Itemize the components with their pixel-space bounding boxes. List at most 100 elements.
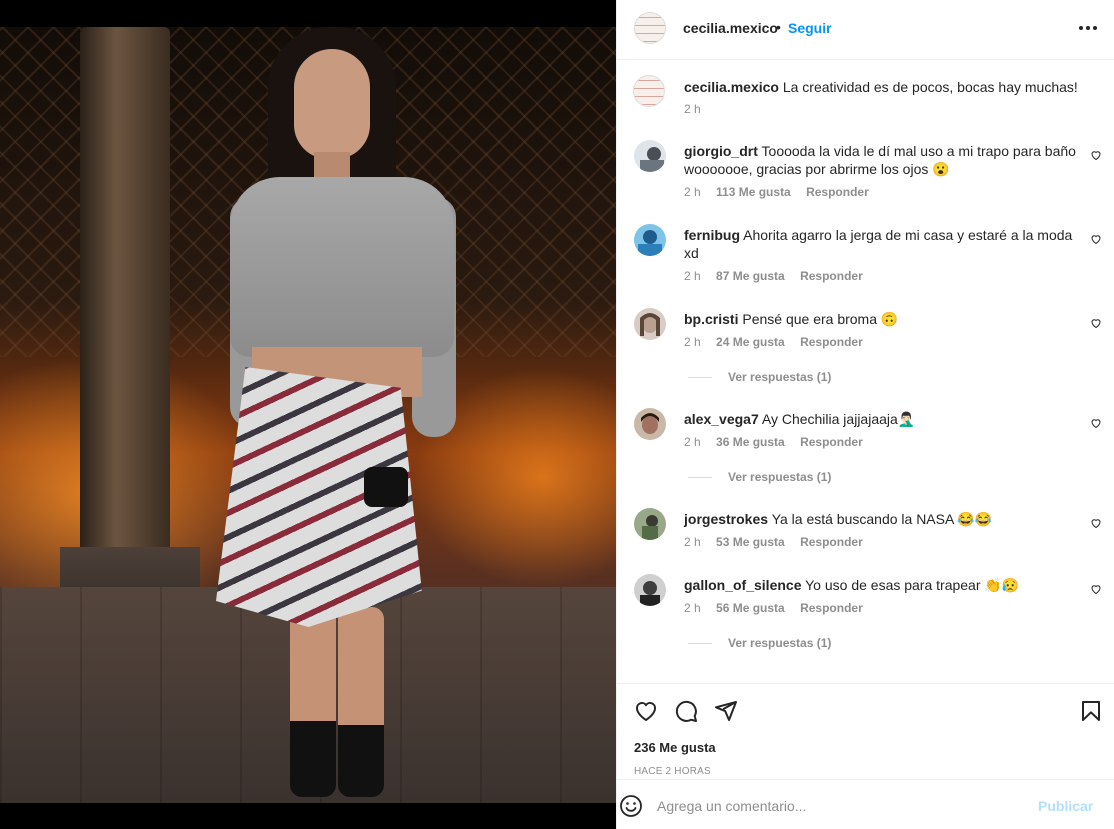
header-separator: •: [776, 19, 781, 35]
replies-divider: [688, 477, 712, 479]
comment-text: bp.cristi Pensé que era broma 🙃: [684, 310, 1084, 328]
reply-button[interactable]: Responder: [800, 535, 863, 549]
comment-meta: 2 h 24 Me gusta Responder: [684, 335, 875, 349]
comment-time[interactable]: 2 h: [684, 185, 701, 199]
caption-username[interactable]: cecilia.mexico: [684, 79, 779, 95]
comment-meta: 2 h 53 Me gusta Responder: [684, 535, 875, 549]
comment-time[interactable]: 2 h: [684, 435, 701, 449]
comments-list[interactable]: cecilia.mexico La creatividad es de poco…: [617, 61, 1114, 683]
comment-avatar[interactable]: [634, 224, 666, 256]
reply-button[interactable]: Responder: [800, 435, 863, 449]
comment-body: Ahorita agarro la jerga de mi casa y est…: [684, 227, 1073, 261]
like-comment-icon[interactable]: [1090, 233, 1102, 245]
caption-body: La creatividad es de pocos, bocas hay mu…: [782, 79, 1078, 95]
comment-text: fernibug Ahorita agarro la jerga de mi c…: [684, 226, 1084, 262]
view-replies-button[interactable]: Ver respuestas (1): [688, 370, 831, 384]
view-replies-button[interactable]: Ver respuestas (1): [688, 636, 831, 650]
photo-leg-left: [290, 607, 336, 797]
comment-avatar[interactable]: [634, 508, 666, 540]
replies-divider: [688, 377, 712, 379]
comment-meta: 2 h 36 Me gusta Responder: [684, 435, 875, 449]
comment-body: Ay Chechilia jajjajaaja🤦🏻‍♂️: [761, 411, 916, 427]
comment-likes[interactable]: 24 Me gusta: [716, 335, 785, 349]
avatar-image: [634, 508, 666, 540]
avatar-image: [634, 574, 666, 606]
comment-body: Pensé que era broma 🙃: [742, 311, 899, 327]
comment-username[interactable]: fernibug: [684, 227, 740, 243]
post-sidebar: cecilia.mexico • Seguir cecilia.mexico L…: [616, 0, 1114, 829]
follow-button[interactable]: Seguir: [788, 20, 832, 36]
emoji-icon[interactable]: [619, 794, 643, 818]
comment-avatar[interactable]: [634, 308, 666, 340]
like-icon[interactable]: [634, 699, 658, 723]
avatar-image: [634, 408, 666, 440]
comment-avatar[interactable]: [634, 574, 666, 606]
author-username[interactable]: cecilia.mexico: [683, 20, 778, 36]
like-comment-icon[interactable]: [1090, 317, 1102, 329]
publish-button[interactable]: Publicar: [1038, 798, 1093, 814]
photo-person: [210, 27, 470, 803]
reply-button[interactable]: Responder: [806, 185, 869, 199]
post-photo[interactable]: [0, 27, 616, 803]
comment-username[interactable]: jorgestrokes: [684, 511, 768, 527]
comment-text: gallon_of_silence Yo uso de esas para tr…: [684, 576, 1084, 594]
comment-likes[interactable]: 87 Me gusta: [716, 269, 785, 283]
view-replies-label[interactable]: Ver respuestas (1): [728, 470, 831, 484]
comment-text: alex_vega7 Ay Chechilia jajjajaaja🤦🏻‍♂️: [684, 410, 1084, 428]
like-comment-icon[interactable]: [1090, 149, 1102, 161]
view-replies-label[interactable]: Ver respuestas (1): [728, 636, 831, 650]
comment-avatar[interactable]: [634, 140, 666, 172]
more-options-icon[interactable]: [1078, 18, 1098, 38]
reply-button[interactable]: Responder: [800, 335, 863, 349]
caption-time[interactable]: 2 h: [684, 102, 701, 116]
share-icon[interactable]: [714, 699, 738, 723]
comment-likes[interactable]: 113 Me gusta: [716, 185, 791, 199]
bookmark-icon[interactable]: [1079, 699, 1103, 723]
likes-count[interactable]: 236 Me gusta: [634, 740, 716, 755]
comment-input[interactable]: [657, 794, 1027, 818]
author-avatar[interactable]: [634, 12, 666, 44]
comment-likes[interactable]: 53 Me gusta: [716, 535, 785, 549]
replies-divider: [688, 643, 712, 645]
reply-button[interactable]: Responder: [800, 269, 863, 283]
comment-avatar[interactable]: [634, 408, 666, 440]
caption-meta: 2 h: [684, 102, 713, 116]
comment-username[interactable]: gallon_of_silence: [684, 577, 801, 593]
photo-bag: [364, 467, 408, 507]
like-comment-icon[interactable]: [1090, 583, 1102, 595]
comment-time[interactable]: 2 h: [684, 335, 701, 349]
comment-text: giorgio_drt Tooooda la vida le dí mal us…: [684, 142, 1084, 178]
comment-time[interactable]: 2 h: [684, 269, 701, 283]
caption-text: cecilia.mexico La creatividad es de poco…: [684, 78, 1084, 96]
like-comment-icon[interactable]: [1090, 517, 1102, 529]
comment-username[interactable]: giorgio_drt: [684, 143, 758, 159]
avatar-image: [634, 308, 666, 340]
post-actions: 236 Me gusta HACE 2 HORAS: [617, 683, 1114, 779]
reply-button[interactable]: Responder: [800, 601, 863, 615]
comment-meta: 2 h 113 Me gusta Responder: [684, 185, 881, 199]
like-comment-icon[interactable]: [1090, 417, 1102, 429]
comment-likes[interactable]: 56 Me gusta: [716, 601, 785, 615]
comment-body: Yo uso de esas para trapear 👏😥: [805, 577, 1020, 593]
comment-time[interactable]: 2 h: [684, 601, 701, 615]
post-header: cecilia.mexico • Seguir: [617, 0, 1114, 60]
avatar-image: [634, 224, 666, 256]
photo-sweater: [230, 177, 454, 357]
post-media[interactable]: [0, 0, 616, 829]
comment-username[interactable]: bp.cristi: [684, 311, 738, 327]
avatar-image: [634, 140, 666, 172]
view-replies-button[interactable]: Ver respuestas (1): [688, 470, 831, 484]
comment-username[interactable]: alex_vega7: [684, 411, 759, 427]
comment-likes[interactable]: 36 Me gusta: [716, 435, 785, 449]
comment-icon[interactable]: [674, 699, 698, 723]
comment-time[interactable]: 2 h: [684, 535, 701, 549]
post-timestamp[interactable]: HACE 2 HORAS: [634, 766, 711, 777]
view-replies-label[interactable]: Ver respuestas (1): [728, 370, 831, 384]
comment-composer: Publicar: [617, 779, 1114, 829]
comment-meta: 2 h 87 Me gusta Responder: [684, 269, 875, 283]
caption-avatar[interactable]: [633, 75, 665, 107]
photo-face: [294, 49, 370, 159]
photo-leg-right: [338, 607, 384, 797]
comment-text: jorgestrokes Ya la está buscando la NASA…: [684, 510, 1084, 528]
comment-body: Ya la está buscando la NASA 😂😂: [771, 511, 993, 527]
